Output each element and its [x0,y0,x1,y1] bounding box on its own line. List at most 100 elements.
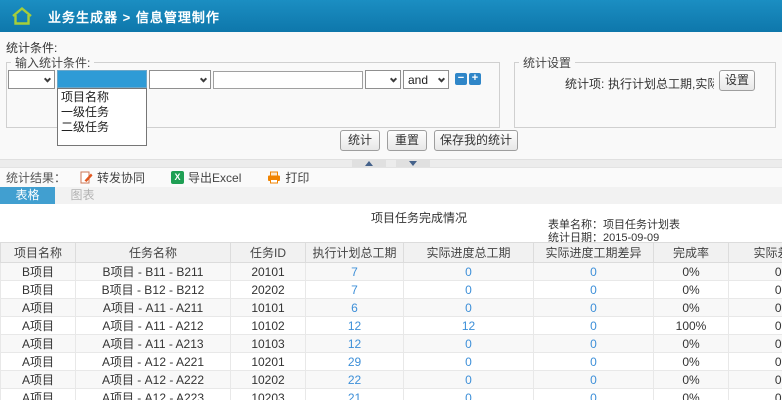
export-excel-action[interactable]: X 导出Excel [171,169,241,186]
column-header: 执行计划总工期 [306,243,404,263]
cell: 0% [654,389,729,400]
column-header: 项目名称 [1,243,76,263]
cell-link[interactable]: 0 [534,389,654,400]
cell: 0% [729,389,782,400]
cell-link[interactable]: 12 [306,335,404,353]
chevron-down-icon [200,75,207,82]
stat-item-value: 执行计划总工期,实际进度总工期 [608,75,714,92]
cell-link[interactable]: 0 [534,281,654,299]
save-my-stat-button[interactable]: 保存我的统计 [434,130,518,151]
cell: A项目 [1,389,76,400]
table-row: A项目A项目 - A11 - A2131010312000%0% [1,335,782,353]
table-row: A项目A项目 - A12 - A2211020129000%0% [1,353,782,371]
cell: B项目 [1,263,76,281]
form-name: 表单名称：项目任务计划表 [548,219,680,232]
cell-link[interactable]: 0 [534,335,654,353]
dropdown-option[interactable]: 一级任务 [58,105,146,120]
cell-link[interactable]: 21 [306,389,404,400]
condition-field-select[interactable] [8,70,55,89]
cell: B项目 - B11 - B211 [76,263,231,281]
triangle-down-icon [409,161,417,166]
settings-button[interactable]: 设置 [719,70,755,91]
cell-link[interactable]: 0 [404,263,534,281]
cell-link[interactable]: 12 [306,317,404,335]
chevron-down-icon [390,75,397,82]
collapse-strip [0,159,782,168]
cell-link[interactable]: 0 [404,353,534,371]
cell-link[interactable]: 0 [404,371,534,389]
add-condition-button[interactable]: + [469,73,481,85]
triangle-up-icon [365,161,373,166]
cell-link[interactable]: 0 [534,371,654,389]
cell: A项目 [1,371,76,389]
cell: 0% [654,335,729,353]
cell-link[interactable]: 0 [534,317,654,335]
cell-link[interactable]: 12 [404,317,534,335]
cell-link[interactable]: 6 [306,299,404,317]
condition-value-input[interactable] [213,71,363,89]
input-conditions-legend: 输入统计条件: [11,54,94,71]
logic-select-value: and [408,73,428,87]
cell: 0% [729,371,782,389]
column-header: 实际进度总工期 [404,243,534,263]
top-bar: 业务生成器 > 信息管理制作 [0,0,782,32]
reset-button[interactable]: 重置 [387,130,427,151]
query-panel: 统计条件: 输入统计条件: 项目名称一级任务二级任务 and − + 统计 重置… [0,32,782,159]
cell: 0% [654,299,729,317]
cell-link[interactable]: 7 [306,263,404,281]
cell: 20101 [231,263,306,281]
result-tabs: 表格 图表 [0,187,782,204]
cell: 0% [729,353,782,371]
print-label: 打印 [285,169,309,186]
results-table: 项目名称任务名称任务ID执行计划总工期实际进度总工期实际进度工期差异完成率实际差… [0,242,782,400]
stat-item-label: 统计项: [565,75,604,92]
cell-link[interactable]: 0 [404,299,534,317]
collapse-down-button[interactable] [396,160,430,167]
cell-link[interactable]: 7 [306,281,404,299]
chevron-down-icon [44,75,51,82]
cell: 0% [654,371,729,389]
stat-settings-legend: 统计设置 [519,54,575,71]
forward-collab-action[interactable]: 转发协同 [80,169,145,186]
print-action[interactable]: 打印 [267,169,309,186]
export-excel-label: 导出Excel [188,169,241,186]
condition-operator-select[interactable] [149,70,211,89]
report-content: 项目任务完成情况 表单名称：项目任务计划表 统计日期：2015-09-09 项目… [0,204,782,400]
cell-link[interactable]: 0 [534,299,654,317]
cell-link[interactable]: 0 [534,353,654,371]
table-row: B项目B项目 - B11 - B211201017000%0% [1,263,782,281]
cell: 10103 [231,335,306,353]
cell: 0% [654,263,729,281]
cell: A项目 - A11 - A211 [76,299,231,317]
cell: B项目 - B12 - B212 [76,281,231,299]
breadcrumb: 业务生成器 > 信息管理制作 [48,7,220,26]
cell-link[interactable]: 22 [306,371,404,389]
results-bar: 统计结果： 转发协同 X 导出Excel 打印 [0,168,782,187]
cell: 20202 [231,281,306,299]
cell-link[interactable]: 0 [404,335,534,353]
condition-logic-select[interactable]: and [403,70,449,89]
tab-chart[interactable]: 图表 [55,187,110,204]
cell: A项目 - A12 - A223 [76,389,231,400]
cell-link[interactable]: 0 [404,281,534,299]
cell: 10101 [231,299,306,317]
stat-button[interactable]: 统计 [340,130,380,151]
table-header-row: 项目名称任务名称任务ID执行计划总工期实际进度总工期实际进度工期差异完成率实际差… [1,243,782,263]
cell: A项目 - A11 - A212 [76,317,231,335]
cell: 10201 [231,353,306,371]
tab-table[interactable]: 表格 [0,187,55,204]
cell: A项目 [1,299,76,317]
forward-collab-label: 转发协同 [97,169,145,186]
cell-link[interactable]: 0 [534,263,654,281]
remove-condition-button[interactable]: − [455,73,467,85]
dropdown-option[interactable]: 二级任务 [58,120,146,135]
cell: B项目 [1,281,76,299]
collapse-up-button[interactable] [352,160,386,167]
column-header: 实际进度工期差异 [534,243,654,263]
cell-link[interactable]: 29 [306,353,404,371]
dropdown-option[interactable]: 项目名称 [58,90,146,105]
condition-extra-select[interactable] [365,70,401,89]
condition-type-select[interactable] [57,70,147,88]
home-icon[interactable] [10,5,34,27]
cell-link[interactable]: 0 [404,389,534,400]
